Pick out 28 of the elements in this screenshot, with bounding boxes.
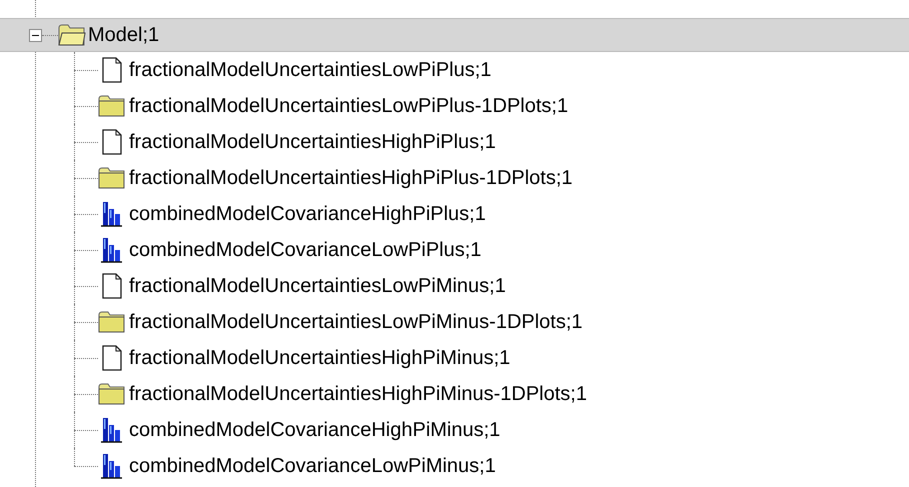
tree-item[interactable]: Model;1: [0, 18, 909, 52]
item-label[interactable]: combinedModelCovarianceLowPiPlus;1: [129, 235, 482, 265]
item-label[interactable]: fractionalModelUncertaintiesLowPiPlus;1: [129, 55, 492, 85]
item-label[interactable]: fractionalModelUncertaintiesHighPiPlus-1DPlots;1: [129, 163, 573, 193]
bar-chart-icon: [101, 453, 123, 479]
item-label: Model;1: [88, 23, 160, 48]
folder-icon: [98, 95, 126, 117]
item-label[interactable]: fractionalModelUncertaintiesLowPiMinus-1DPlots;1: [129, 307, 583, 337]
bar-chart-icon: [101, 237, 123, 263]
document-icon: [102, 345, 122, 371]
bar-chart-icon: [101, 201, 123, 227]
open-folder-icon: [58, 24, 86, 46]
document-icon: [102, 129, 122, 155]
collapse-icon[interactable]: [29, 28, 42, 42]
folder-icon: [98, 383, 126, 405]
item-label[interactable]: fractionalModelUncertaintiesLowPiPlus-1DPlots;1: [129, 91, 568, 121]
document-icon: [102, 273, 122, 299]
item-label[interactable]: combinedModelCovarianceLowPiMinus;1: [129, 451, 496, 481]
item-label[interactable]: combinedModelCovarianceHighPiMinus;1: [129, 415, 500, 445]
item-label[interactable]: fractionalModelUncertaintiesHighPiMinus;1: [129, 343, 510, 373]
document-icon: [102, 57, 122, 83]
item-label[interactable]: combinedModelCovarianceHighPiPlus;1: [129, 199, 486, 229]
folder-icon: [98, 167, 126, 189]
item-label[interactable]: fractionalModelUncertaintiesHighPiPlus;1: [129, 127, 496, 157]
folder-icon: [98, 311, 126, 333]
bar-chart-icon: [101, 417, 123, 443]
item-label[interactable]: fractionalModelUncertaintiesLowPiMinus;1: [129, 271, 506, 301]
item-label[interactable]: fractionalModelUncertaintiesHighPiMinus-1DPlots;1: [129, 379, 587, 409]
